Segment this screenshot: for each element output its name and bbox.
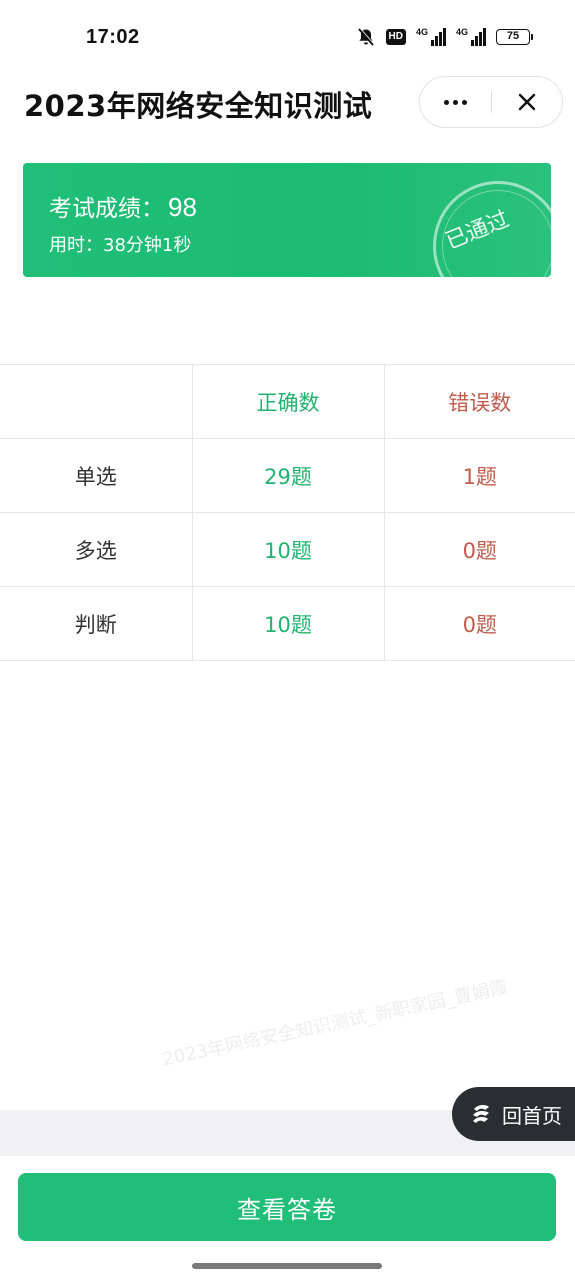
row-wrong: 0题 <box>383 586 575 661</box>
status-icons: HD 4G 4G 75 <box>356 27 533 47</box>
row-correct: 29题 <box>191 438 385 513</box>
mini-program-capsule <box>419 76 563 128</box>
network-label: 4G <box>415 27 428 37</box>
row-correct: 10题 <box>191 586 385 661</box>
row-type: 多选 <box>0 512 193 587</box>
row-wrong: 0题 <box>383 512 575 587</box>
battery-icon: 75 <box>496 29 533 45</box>
table-row: 单选 29题 1题 <box>0 438 575 513</box>
view-answers-button[interactable]: 查看答卷 <box>18 1173 556 1241</box>
score-line: 考试成绩： 98 <box>49 189 197 223</box>
signal-4g-icon-2: 4G <box>456 28 486 46</box>
home-indicator[interactable] <box>192 1263 382 1269</box>
row-correct: 10题 <box>191 512 385 587</box>
bell-muted-icon <box>357 27 374 46</box>
table-row: 多选 10题 0题 <box>0 512 575 587</box>
time-label: 用时： <box>49 235 103 256</box>
home-button[interactable]: 回首页 <box>452 1087 575 1141</box>
stats-table: 正确数 错误数 单选 29题 1题 多选 10题 0题 判断 10题 0题 <box>0 364 575 661</box>
home-button-label: 回首页 <box>502 1103 562 1128</box>
table-header-type <box>0 364 193 439</box>
table-row: 判断 10题 0题 <box>0 586 575 661</box>
status-time: 17:02 <box>86 26 140 48</box>
score-value: 98 <box>168 192 197 222</box>
close-button[interactable] <box>492 77 563 127</box>
close-icon <box>518 93 535 111</box>
hd-badge: HD <box>385 29 406 45</box>
row-type: 单选 <box>0 438 193 513</box>
table-header-correct: 正确数 <box>191 364 385 439</box>
score-label: 考试成绩： <box>49 196 164 222</box>
home-logo-icon <box>473 1104 489 1123</box>
page-title: 2023年网络安全知识测试 <box>24 89 373 123</box>
dot-icon <box>452 99 458 105</box>
dot-icon <box>443 99 449 105</box>
watermark: 2023年网络安全知识测试_新职家园_曹娟霞 <box>160 976 510 1071</box>
dot-icon <box>461 99 467 105</box>
status-bar: 17:02 HD 4G 4G 75 <box>0 0 575 76</box>
battery-level: 75 <box>496 29 530 45</box>
table-header-wrong: 错误数 <box>383 364 575 439</box>
signal-4g-icon: 4G <box>416 28 446 46</box>
row-type: 判断 <box>0 586 193 661</box>
row-wrong: 1题 <box>383 438 575 513</box>
table-header-row: 正确数 错误数 <box>0 364 575 439</box>
time-value: 38分钟1秒 <box>103 235 192 256</box>
network-label-2: 4G <box>455 27 468 37</box>
more-button[interactable] <box>420 77 491 127</box>
time-line: 用时： 38分钟1秒 <box>49 231 191 257</box>
